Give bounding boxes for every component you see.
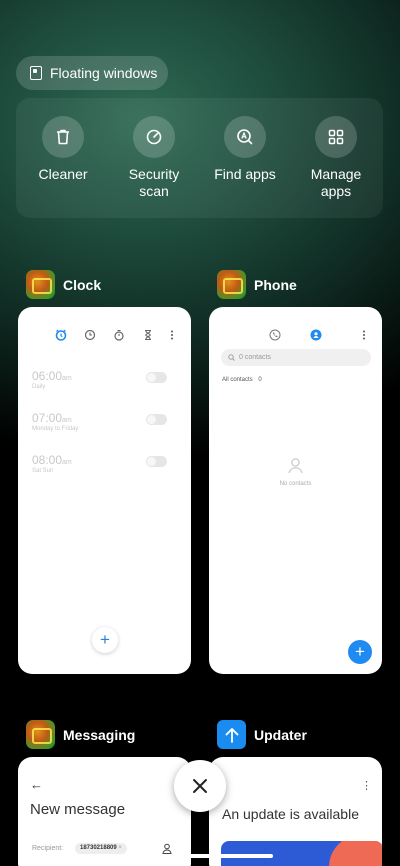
clock-app-card[interactable]: 06:00am Daily 07:00am Monday to Friday 0… bbox=[18, 307, 191, 674]
clock-app-icon bbox=[26, 270, 55, 299]
more-options-icon[interactable] bbox=[361, 329, 367, 341]
find-apps-icon bbox=[224, 116, 266, 158]
trash-icon bbox=[42, 116, 84, 158]
contacts-search-input[interactable]: 0 contacts bbox=[221, 349, 371, 366]
updater-app-name: Updater bbox=[254, 726, 307, 743]
alarm-repeat: Monday to Friday bbox=[32, 426, 79, 432]
messaging-app-header[interactable]: Messaging bbox=[26, 720, 135, 749]
phone-app-card[interactable]: 0 contacts All contacts 0 No contacts + bbox=[209, 307, 382, 674]
new-message-title: New message bbox=[30, 801, 126, 818]
floating-windows-button[interactable]: Floating windows bbox=[16, 56, 168, 90]
find-apps-button[interactable]: Find apps bbox=[205, 116, 285, 183]
alarm-row[interactable]: 06:00am Daily bbox=[32, 369, 179, 399]
more-options-icon[interactable] bbox=[169, 329, 175, 341]
updater-app-card[interactable]: ⋮ An update is available bbox=[209, 757, 382, 866]
world-clock-tab-icon[interactable] bbox=[84, 329, 96, 341]
recipient-chip[interactable]: 18730218809 × bbox=[75, 843, 127, 854]
clock-app-name: Clock bbox=[63, 276, 102, 293]
all-contacts-label: All contacts bbox=[222, 377, 253, 383]
back-icon[interactable]: ← bbox=[30, 777, 43, 792]
stopwatch-tab-icon[interactable] bbox=[113, 329, 125, 341]
search-placeholder: 0 contacts bbox=[239, 354, 271, 361]
add-alarm-button[interactable]: + bbox=[92, 627, 118, 653]
alarm-row[interactable]: 07:00am Monday to Friday bbox=[32, 411, 179, 441]
messaging-app-name: Messaging bbox=[63, 726, 136, 743]
security-scan-icon bbox=[133, 116, 175, 158]
cleaner-label: Cleaner bbox=[38, 166, 88, 182]
phone-app-name: Phone bbox=[254, 276, 297, 293]
quick-tools-panel: Cleaner Security scan Find apps Manage a… bbox=[16, 98, 383, 218]
updater-app-icon bbox=[217, 720, 246, 749]
phone-tab-icon[interactable] bbox=[269, 329, 281, 341]
alarm-repeat: Daily bbox=[32, 384, 46, 390]
manage-apps-label: Manage apps bbox=[310, 166, 362, 199]
messaging-app-icon bbox=[26, 720, 55, 749]
floating-window-icon bbox=[30, 66, 42, 80]
clock-tabs bbox=[18, 329, 191, 343]
find-apps-label: Find apps bbox=[214, 166, 276, 182]
more-options-icon[interactable]: ⋮ bbox=[361, 779, 372, 792]
add-contact-button[interactable]: + bbox=[348, 640, 372, 664]
security-scan-label: Security scan bbox=[128, 166, 180, 199]
search-icon bbox=[228, 354, 235, 361]
phone-app-header[interactable]: Phone bbox=[217, 270, 297, 299]
manage-apps-button[interactable]: Manage apps bbox=[296, 116, 376, 200]
alarm-toggle[interactable] bbox=[146, 372, 167, 383]
contacts-tab-icon[interactable] bbox=[310, 329, 322, 341]
alarm-tab-icon[interactable] bbox=[55, 329, 67, 341]
no-contacts-label: No contacts bbox=[279, 481, 312, 487]
banner-decoration bbox=[329, 841, 382, 866]
phone-app-icon bbox=[217, 270, 246, 299]
clock-app-header[interactable]: Clock bbox=[26, 270, 101, 299]
home-indicator[interactable] bbox=[127, 854, 273, 858]
all-contacts-filter[interactable]: All contacts 0 bbox=[222, 377, 262, 383]
timer-tab-icon[interactable] bbox=[142, 329, 154, 341]
grid-icon bbox=[315, 116, 357, 158]
close-all-button[interactable] bbox=[174, 760, 226, 812]
cleaner-button[interactable]: Cleaner bbox=[23, 116, 103, 183]
arrow-up-icon bbox=[225, 727, 238, 743]
recent-apps-screen: Floating windows Cleaner Security scan F… bbox=[0, 0, 400, 866]
close-icon bbox=[193, 779, 207, 793]
alarm-row[interactable]: 08:00am Sat Sun bbox=[32, 453, 179, 483]
recipient-label: Recipient: bbox=[32, 845, 64, 852]
alarm-toggle[interactable] bbox=[146, 456, 167, 467]
alarm-repeat: Sat Sun bbox=[32, 468, 54, 474]
security-scan-button[interactable]: Security scan bbox=[114, 116, 194, 200]
floating-windows-label: Floating windows bbox=[50, 65, 158, 81]
contact-picker-icon[interactable] bbox=[162, 843, 172, 854]
all-contacts-count: 0 bbox=[258, 377, 262, 383]
person-icon bbox=[288, 458, 303, 474]
messaging-app-card[interactable]: ← New message Recipient: 18730218809 × bbox=[18, 757, 191, 866]
update-available-title: An update is available bbox=[222, 806, 359, 822]
updater-app-header[interactable]: Updater bbox=[217, 720, 307, 749]
alarm-toggle[interactable] bbox=[146, 414, 167, 425]
